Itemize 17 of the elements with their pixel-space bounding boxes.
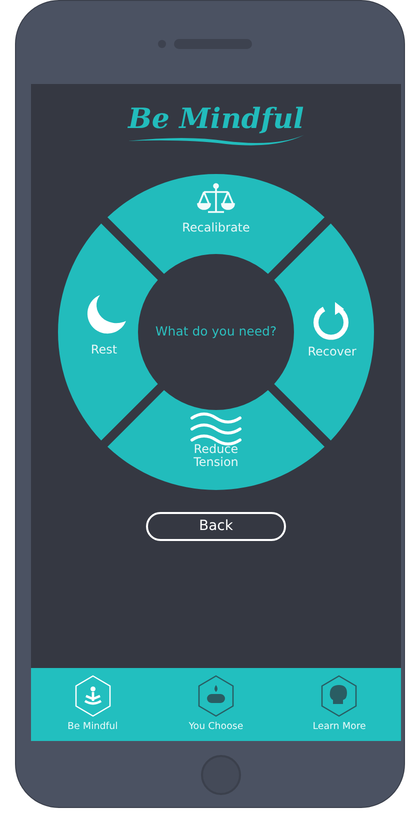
wheel-segment[interactable] (107, 174, 325, 274)
tab-item[interactable]: You Choose (166, 674, 266, 735)
tab-item[interactable]: Learn More (289, 674, 390, 735)
option-label: Reduce Tension (192, 442, 240, 469)
moon-icon (87, 294, 126, 334)
scale-icon (197, 182, 235, 213)
app-title: Be Mindful (128, 104, 304, 135)
back-button[interactable]: Back (146, 512, 286, 541)
option-label: Recalibrate (181, 221, 251, 234)
waves-icon (190, 412, 242, 446)
tab-item[interactable]: Be Mindful (42, 674, 143, 735)
prompt-text: What do you need? (155, 322, 277, 340)
wheel-segment[interactable] (107, 390, 325, 490)
option-label: Rest (90, 343, 118, 356)
refresh-icon (314, 302, 348, 340)
option-label: Recover (306, 345, 358, 358)
wheel-segment[interactable] (274, 223, 374, 440)
